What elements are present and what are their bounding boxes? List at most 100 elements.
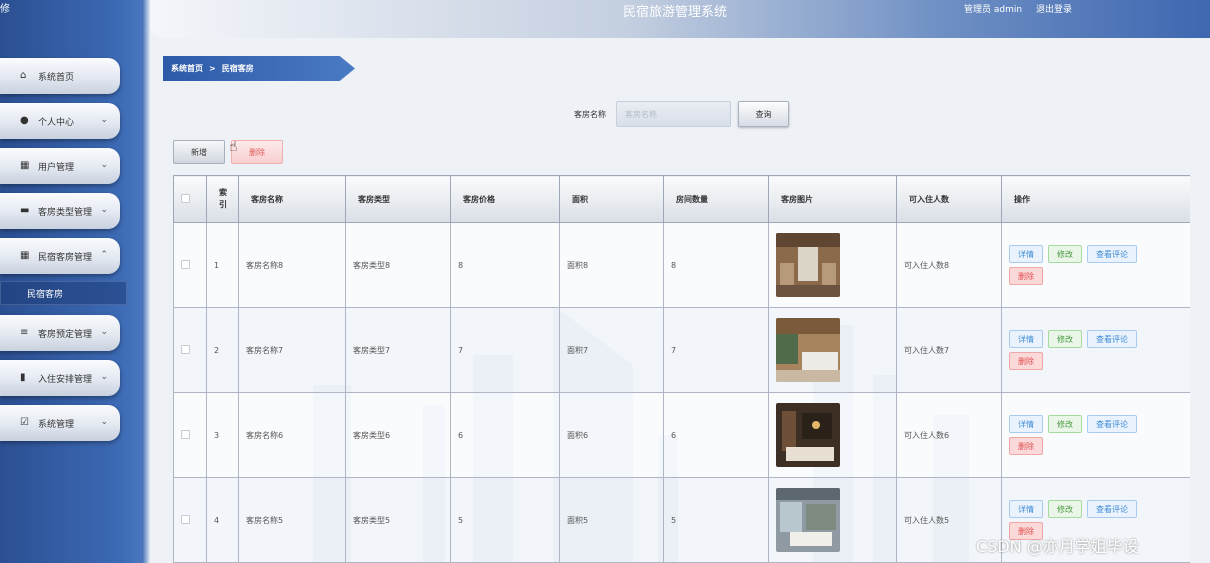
- cell-area: 面积6: [559, 392, 664, 478]
- row-checkbox[interactable]: [181, 514, 190, 524]
- chevron-down-icon: ⌄: [100, 372, 108, 382]
- row-delete-button[interactable]: 删除: [1009, 267, 1043, 285]
- sidebar-item-room-types[interactable]: ▬ 客房类型管理 ⌄: [0, 193, 120, 229]
- cell-name: 客房名称5: [238, 477, 346, 563]
- check-square-icon: ☑: [20, 417, 29, 428]
- column-header-actions: 操作: [1001, 175, 1190, 223]
- row-delete-button[interactable]: 删除: [1009, 352, 1043, 370]
- sidebar-item-label: 客房预定管理: [38, 329, 93, 340]
- view-reviews-button[interactable]: 查看评论: [1087, 245, 1137, 263]
- cell-actions: 详情 修改 查看评论 删除: [1001, 392, 1190, 478]
- detail-button[interactable]: 详情: [1009, 330, 1043, 348]
- edit-button[interactable]: 修改: [1048, 330, 1082, 348]
- room-photo[interactable]: [776, 488, 840, 552]
- sidebar-item-system[interactable]: ☑ 系统管理 ⌄: [0, 405, 120, 441]
- breadcrumb: 系统首页 > 民宿客房: [163, 56, 355, 81]
- index-header-line-1: 索: [219, 188, 227, 197]
- cell-index: 3: [206, 392, 239, 478]
- sidebar-item-bookings[interactable]: ≡ 客房预定管理 ⌄: [0, 315, 120, 351]
- sidebar: 修 ⌂ 系统首页 ● 个人中心 ⌄ ▦ 用户管理 ⌄ ▬ 客房类型管理 ⌄ ▦ …: [0, 0, 150, 563]
- cell-type: 客房类型7: [345, 307, 451, 393]
- watermark: CSDN @亦月学姐毕设: [976, 537, 1139, 556]
- add-button[interactable]: 新增: [173, 140, 225, 164]
- cell-index: 1: [206, 222, 239, 308]
- edit-button[interactable]: 修改: [1048, 415, 1082, 433]
- cell-count: 5: [663, 477, 769, 563]
- view-reviews-button[interactable]: 查看评论: [1087, 500, 1137, 518]
- detail-button[interactable]: 详情: [1009, 415, 1043, 433]
- column-header-type: 客房类型: [345, 175, 451, 223]
- app-title: 民宿旅游管理系统: [623, 5, 728, 20]
- cell-name: 客房名称7: [238, 307, 346, 393]
- breadcrumb-separator: >: [209, 64, 216, 73]
- edit-button[interactable]: 修改: [1048, 245, 1082, 263]
- table-row: 3 客房名称6 客房类型6 6 面积6 6 可入住人数6 详情 修改 查看评论 …: [173, 392, 1190, 478]
- cell-actions: 详情 修改 查看评论 删除: [1001, 222, 1190, 308]
- search-input[interactable]: [616, 101, 731, 127]
- sidebar-item-users[interactable]: ▦ 用户管理 ⌄: [0, 148, 120, 184]
- select-all-checkbox[interactable]: [181, 193, 190, 203]
- sidebar-menu: ⌂ 系统首页 ● 个人中心 ⌄ ▦ 用户管理 ⌄ ▬ 客房类型管理 ⌄ ▦ 民宿…: [0, 58, 140, 450]
- select-all-header: [173, 175, 207, 223]
- breadcrumb-home[interactable]: 系统首页: [171, 63, 203, 74]
- cell-count: 6: [663, 392, 769, 478]
- view-reviews-button[interactable]: 查看评论: [1087, 415, 1137, 433]
- row-checkbox[interactable]: [181, 259, 190, 269]
- sidebar-item-home[interactable]: ⌂ 系统首页: [0, 58, 120, 94]
- column-header-image: 客房图片: [768, 175, 897, 223]
- grid-icon: ▦: [20, 250, 30, 261]
- room-photo[interactable]: [776, 403, 840, 467]
- sidebar-subitem-rooms[interactable]: 民宿客房: [0, 281, 127, 305]
- row-select-cell: [173, 307, 207, 393]
- cell-type: 客房类型5: [345, 477, 451, 563]
- search-label: 客房名称: [574, 110, 606, 119]
- chevron-down-icon: ⌄: [100, 327, 108, 337]
- search-button[interactable]: 查询: [738, 101, 789, 127]
- column-header-count: 房间数量: [663, 175, 769, 223]
- bar-chart-icon: ▮: [20, 372, 26, 383]
- chevron-down-icon: ⌄: [100, 417, 108, 427]
- sidebar-item-label: 系统管理: [38, 419, 75, 430]
- sidebar-item-label: 系统首页: [38, 72, 75, 83]
- detail-button[interactable]: 详情: [1009, 500, 1043, 518]
- breadcrumb-current: 民宿客房: [221, 64, 254, 73]
- cell-count: 7: [663, 307, 769, 393]
- row-select-cell: [173, 392, 207, 478]
- row-delete-button[interactable]: 删除: [1009, 437, 1043, 455]
- sidebar-item-checkin[interactable]: ▮ 入住安排管理 ⌄: [0, 360, 120, 396]
- table-row: 1 客房名称8 客房类型8 8 面积8 8 可入住人数8 详情 修改 查看评论 …: [173, 222, 1190, 308]
- sidebar-item-profile[interactable]: ● 个人中心 ⌄: [0, 103, 120, 139]
- delete-button[interactable]: 删除: [231, 140, 283, 164]
- row-checkbox[interactable]: [181, 429, 190, 439]
- table-row: 2 客房名称7 客房类型7 7 面积7 7 可入住人数7 详情 修改 查看评论 …: [173, 307, 1190, 393]
- cell-count: 8: [663, 222, 769, 308]
- room-photo[interactable]: [776, 318, 840, 382]
- view-reviews-button[interactable]: 查看评论: [1087, 330, 1137, 348]
- chat-icon: ▬: [20, 205, 30, 216]
- sidebar-item-rooms[interactable]: ▦ 民宿客房管理 ⌃: [0, 238, 120, 274]
- list-icon: ≡: [20, 327, 29, 338]
- cell-image: [768, 222, 897, 308]
- detail-button[interactable]: 详情: [1009, 245, 1043, 263]
- cell-image: [768, 392, 897, 478]
- cell-name: 客房名称6: [238, 392, 346, 478]
- row-select-cell: [173, 222, 207, 308]
- cell-name: 客房名称8: [238, 222, 346, 308]
- cell-actions: 详情 修改 查看评论 删除: [1001, 307, 1190, 393]
- room-photo[interactable]: [776, 233, 840, 297]
- user-icon: ●: [20, 115, 29, 126]
- logout-link[interactable]: 退出登录: [1036, 2, 1072, 15]
- cell-price: 7: [450, 307, 560, 393]
- sidebar-item-label: 入住安排管理: [38, 374, 93, 385]
- edit-button[interactable]: 修改: [1048, 500, 1082, 518]
- sidebar-item-label: 民宿客房管理: [38, 252, 93, 263]
- row-select-cell: [173, 477, 207, 563]
- row-checkbox[interactable]: [181, 344, 190, 354]
- cell-type: 客房类型8: [345, 222, 451, 308]
- cell-capacity: 可入住人数7: [896, 307, 1002, 393]
- cell-image: [768, 307, 897, 393]
- cell-price: 5: [450, 477, 560, 563]
- chevron-down-icon: ⌄: [100, 205, 108, 215]
- cell-index: 2: [206, 307, 239, 393]
- table-header-row: 索 引 客房名称 客房类型 客房价格 面积 房间数量 客房图片 可入住人数 操作: [173, 175, 1190, 223]
